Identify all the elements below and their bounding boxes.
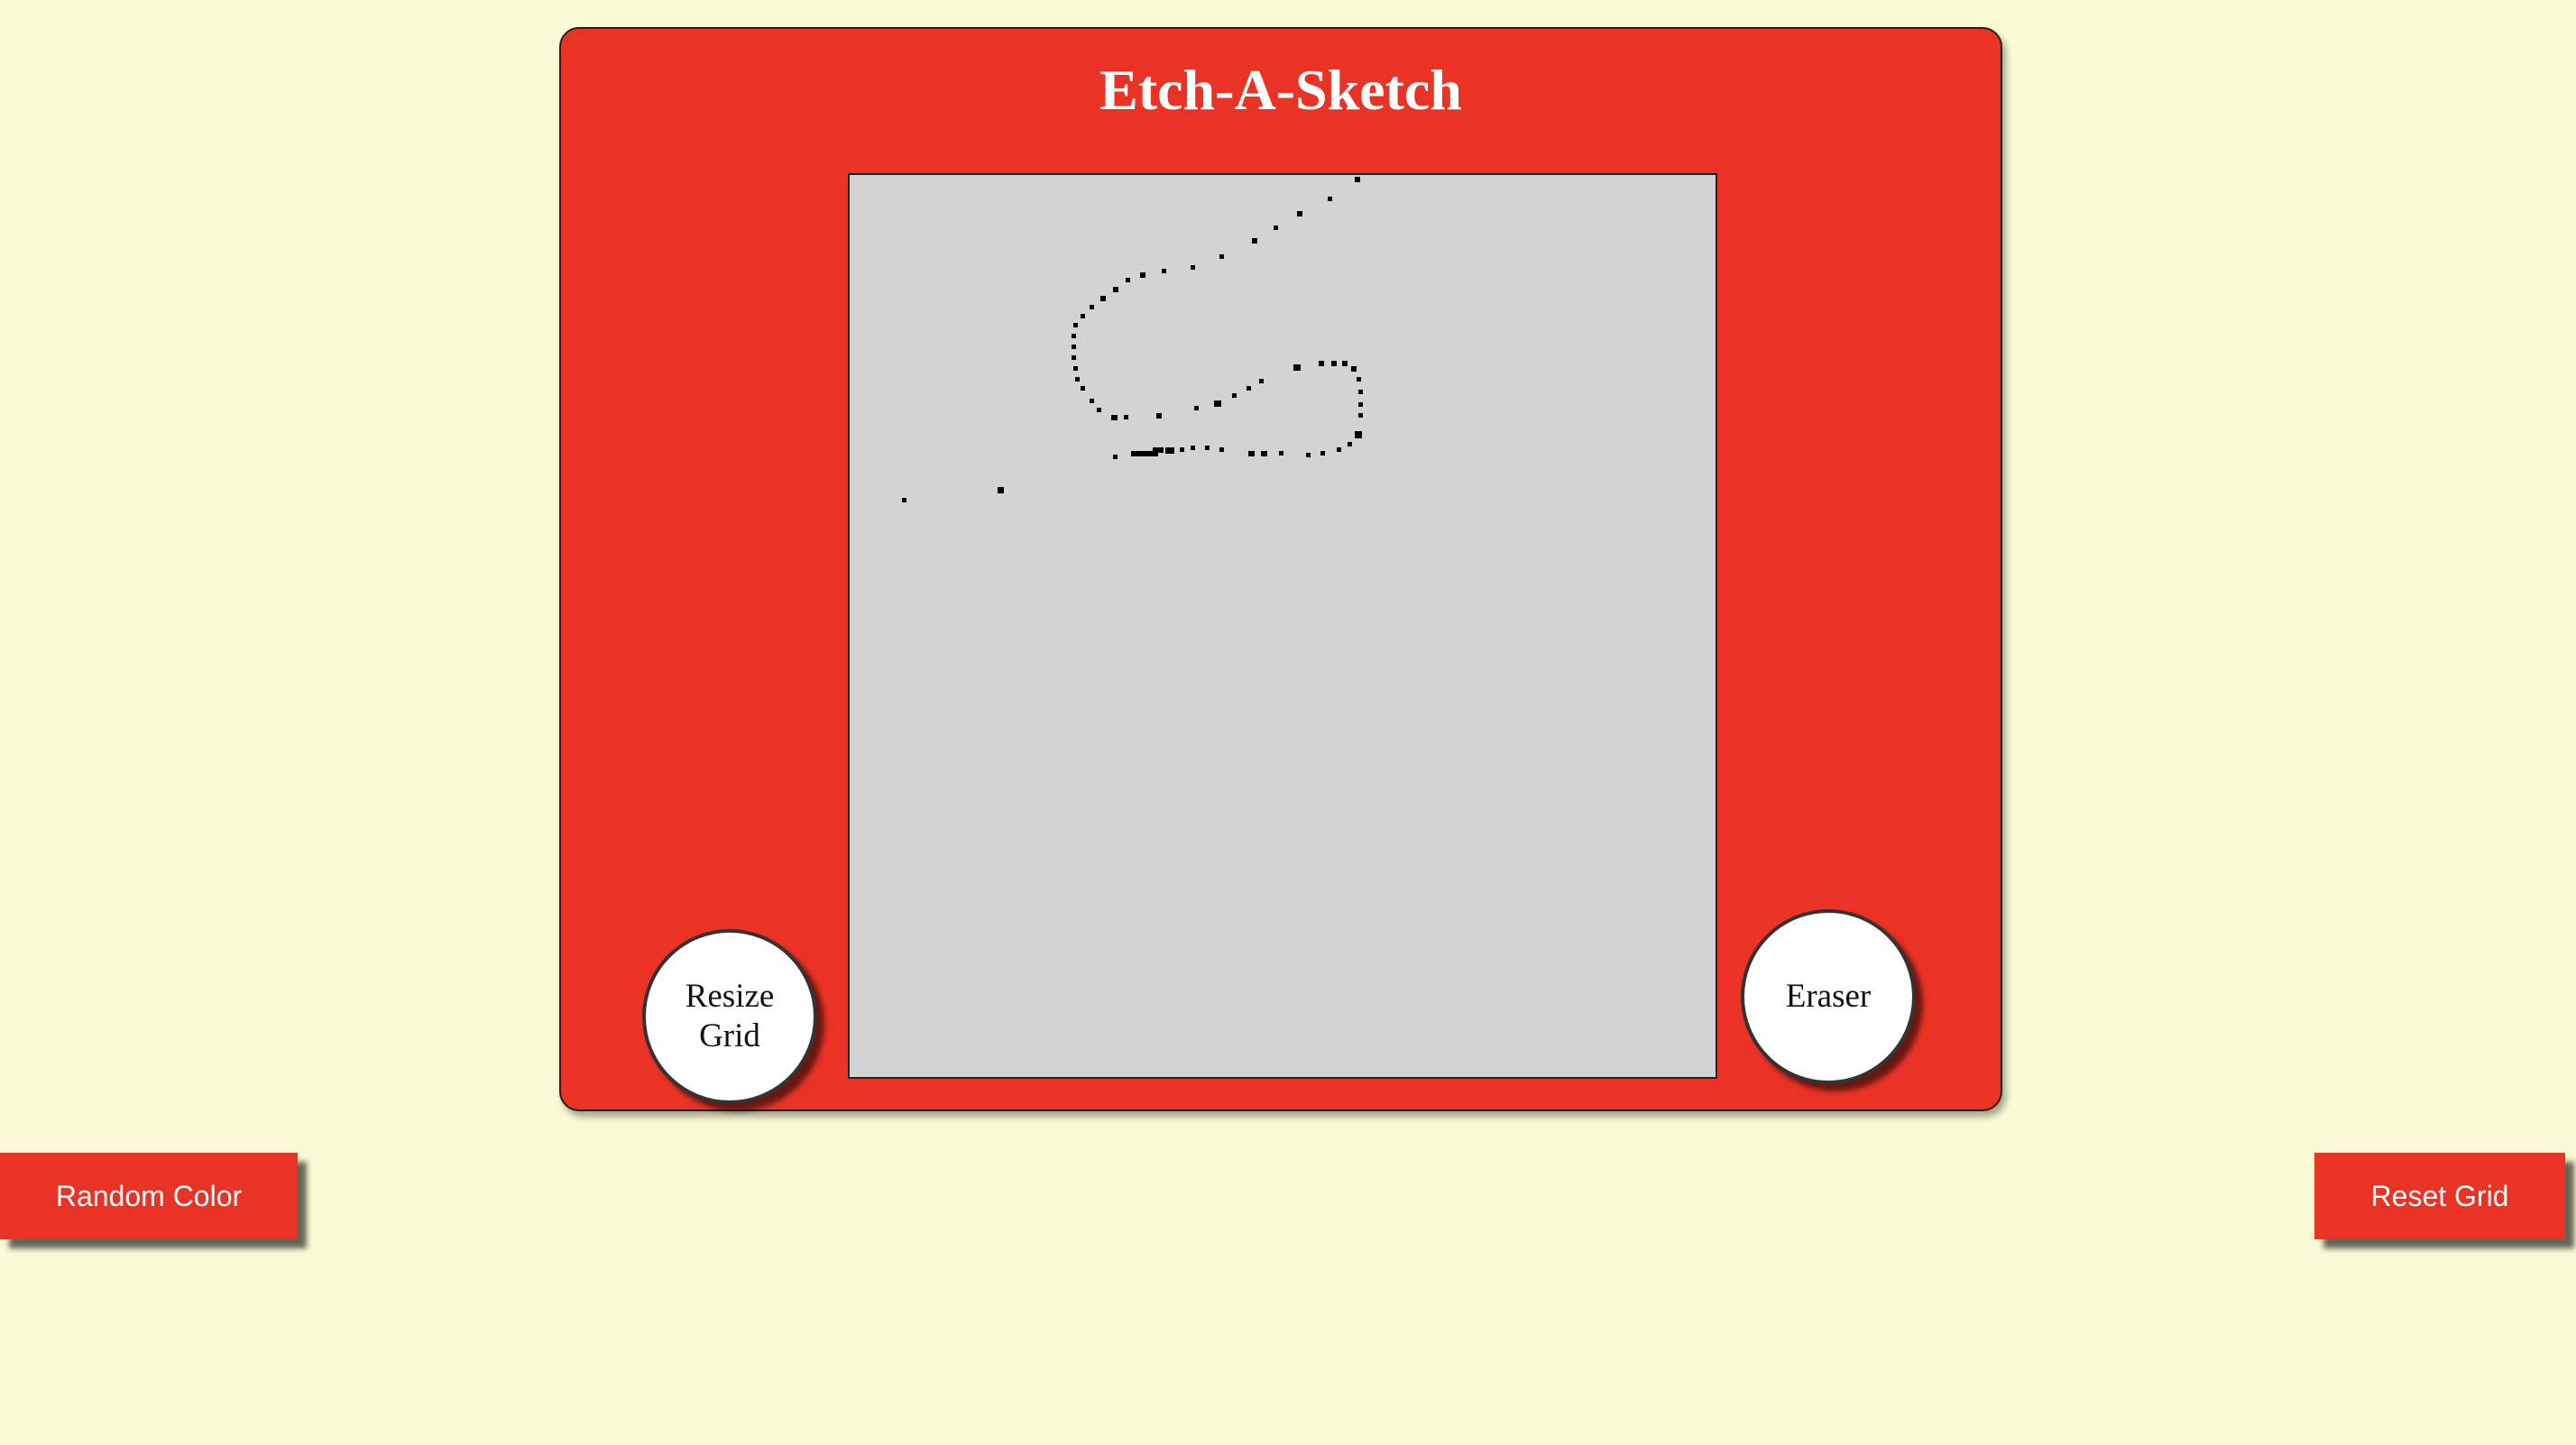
grid-pixel: [1355, 177, 1360, 182]
grid-pixel: [1191, 446, 1195, 450]
grid-pixel: [1232, 393, 1237, 398]
grid-pixel: [1351, 366, 1357, 372]
grid-pixel: [1319, 361, 1324, 366]
grid-pixel: [1259, 379, 1264, 383]
grid-pixel: [1214, 400, 1221, 407]
grid-pixel: [1357, 377, 1361, 382]
grid-pixel: [1081, 386, 1085, 391]
grid-pixel: [1331, 361, 1337, 366]
grid-pixel: [1113, 287, 1118, 292]
grid-pixel: [1097, 408, 1101, 412]
grid-pixel: [1156, 413, 1162, 419]
grid-pixel: [1297, 211, 1302, 216]
grid-pixel: [1191, 265, 1195, 270]
grid-pixel: [1162, 269, 1166, 273]
grid-pixel: [1124, 415, 1128, 419]
grid-pixel: [1337, 447, 1341, 452]
resize-grid-label: Resize Grid: [685, 978, 775, 1054]
grid-pixel: [1111, 415, 1118, 420]
grid-pixel: [1306, 453, 1311, 457]
grid-pixel: [1252, 238, 1257, 244]
grid-pixel: [1194, 406, 1199, 410]
grid-pixel: [1165, 447, 1174, 454]
resize-grid-button[interactable]: Resize Grid: [642, 929, 817, 1104]
eraser-button[interactable]: Eraser: [1741, 909, 1916, 1084]
grid-pixel: [1358, 413, 1363, 418]
grid-pixel: [1348, 442, 1352, 446]
grid-pixel: [1180, 447, 1184, 452]
grid-pixel: [1073, 323, 1078, 327]
random-color-button[interactable]: Random Color: [0, 1153, 298, 1239]
grid-pixel: [1073, 366, 1078, 371]
grid-pixel: [1113, 455, 1118, 459]
grid-pixel: [1248, 451, 1255, 456]
grid-pixel: [1140, 272, 1145, 278]
grid-pixel: [1126, 278, 1130, 282]
grid-pixel: [1320, 451, 1325, 456]
grid-pixel: [1261, 451, 1267, 456]
drawing-grid[interactable]: [848, 173, 1717, 1079]
eraser-label: Eraser: [1785, 978, 1872, 1016]
grid-pixel: [1293, 364, 1301, 371]
grid-pixel: [998, 487, 1004, 493]
grid-pixel: [1355, 431, 1362, 438]
grid-pixel: [1328, 197, 1332, 201]
grid-pixel: [1219, 447, 1224, 452]
grid-pixel: [1342, 361, 1348, 366]
grid-pixel: [1247, 386, 1251, 391]
grid-pixel: [1081, 314, 1085, 318]
page-title: Etch-A-Sketch: [1099, 58, 1462, 122]
etch-a-sketch-frame: Etch-A-Sketch Resize Grid Eraser: [559, 27, 2002, 1111]
grid-pixel: [902, 498, 906, 502]
grid-pixel: [1072, 334, 1076, 338]
grid-pixel: [1279, 451, 1283, 456]
grid-pixel: [1090, 399, 1094, 403]
grid-pixel: [1072, 355, 1076, 360]
grid-pixel: [1274, 225, 1278, 230]
grid-pixel: [1358, 402, 1363, 407]
grid-pixel: [1131, 451, 1158, 456]
grid-pixel: [1075, 377, 1080, 382]
grid-pixel: [1090, 305, 1094, 309]
grid-pixel: [1100, 296, 1106, 301]
reset-grid-button[interactable]: Reset Grid: [2314, 1153, 2565, 1239]
grid-pixel: [1072, 345, 1076, 349]
grid-pixel: [1205, 446, 1210, 450]
grid-pixel: [1219, 254, 1224, 259]
grid-pixel: [1358, 390, 1363, 394]
